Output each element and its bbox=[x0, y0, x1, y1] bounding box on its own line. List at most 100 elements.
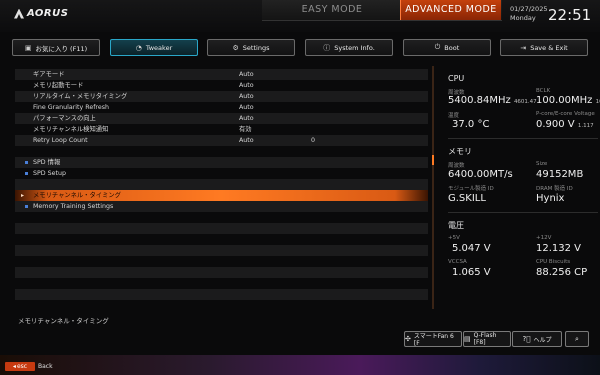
submenu-label: SPD Setup bbox=[33, 170, 66, 177]
tab-system-info[interactable]: ⓘ System Info. bbox=[305, 39, 393, 56]
setting-value: Auto bbox=[239, 104, 254, 111]
submenu-bullet-icon bbox=[25, 205, 28, 208]
info-icon: ⓘ bbox=[323, 43, 331, 52]
clock: 22:51 bbox=[548, 6, 592, 24]
tab-label: Tweaker bbox=[145, 43, 173, 52]
back-label: Back bbox=[38, 363, 53, 370]
empty-row bbox=[15, 278, 428, 289]
settings-scrollbar[interactable] bbox=[432, 66, 434, 309]
bottom-decoration-bar bbox=[0, 355, 600, 375]
memory-section-title: メモリ bbox=[448, 147, 472, 156]
setting-row-realtime-memory-timing[interactable]: リアルタイム・メモリタイミング Auto bbox=[15, 91, 428, 102]
smart-fan-button[interactable]: ✣ スマートFan 6 [F bbox=[404, 331, 462, 347]
mem-freq-label: 周波数 bbox=[448, 163, 465, 169]
setting-row-gear-mode[interactable]: ギアモード Auto bbox=[15, 69, 428, 80]
plus12v-value: 12.132 V bbox=[536, 243, 582, 254]
logo-text: AORUS bbox=[27, 8, 69, 19]
submenu-memory-training-settings[interactable]: Memory Training Settings bbox=[15, 201, 428, 212]
empty-row bbox=[15, 223, 428, 234]
plus12v-label: +12V bbox=[536, 235, 552, 241]
settings-list: ギアモード Auto メモリ起動モード Auto リアルタイム・メモリタイミング… bbox=[15, 66, 428, 311]
setting-label: メモリ起動モード bbox=[33, 82, 84, 89]
empty-row bbox=[15, 300, 428, 311]
aorus-logo: AORUS bbox=[14, 8, 68, 19]
cpu-freq-sub: 4601.47 bbox=[513, 99, 537, 105]
date-text: 01/27/2025 bbox=[510, 5, 548, 13]
advanced-mode-tab[interactable]: ADVANCED MODE bbox=[400, 0, 501, 20]
exit-icon: ⇥ bbox=[520, 43, 527, 52]
submenu-label: SPD 情報 bbox=[33, 159, 61, 166]
help-label: ヘルプ bbox=[533, 336, 552, 344]
bclk-sub: 100 bbox=[595, 99, 600, 105]
setting-label: Fine Granularity Refresh bbox=[33, 104, 110, 111]
top-bar: AORUS EASY MODE ADVANCED MODE 01/27/2025… bbox=[0, 0, 600, 32]
module-mfr-label: モジュール製造 ID bbox=[448, 186, 494, 192]
back-arrow-icon: ◂ bbox=[12, 363, 16, 370]
setting-row-channel-detect-notice[interactable]: メモリチャンネル検知通知 有効 bbox=[15, 124, 428, 135]
mem-size-label: Size bbox=[536, 161, 548, 167]
empty-row bbox=[15, 289, 428, 300]
setting-row-fine-granularity-refresh[interactable]: Fine Granularity Refresh Auto bbox=[15, 102, 428, 113]
vcore-sub: 1.117 bbox=[577, 123, 594, 129]
submenu-bullet-icon bbox=[25, 161, 28, 164]
tab-label: Settings bbox=[242, 43, 270, 52]
tab-label: System Info. bbox=[334, 43, 375, 52]
eagle-logo-icon bbox=[14, 8, 24, 19]
setting-value: Auto bbox=[239, 93, 254, 100]
submenu-label: メモリチャンネル・タイミング bbox=[33, 192, 121, 199]
speedometer-icon: ◔ bbox=[135, 43, 142, 52]
submenu-spd-info[interactable]: SPD 情報 bbox=[15, 157, 428, 168]
plus5v-value: 5.047 V bbox=[452, 243, 491, 254]
easy-mode-tab[interactable]: EASY MODE bbox=[272, 2, 392, 18]
divider bbox=[448, 138, 598, 139]
submenu-bullet-icon bbox=[25, 172, 28, 175]
hardware-monitor-panel: CPU 周波数 5400.84MHz 4601.47 BCLK 100.00MH… bbox=[440, 66, 600, 311]
gear-icon: ⚙ bbox=[232, 43, 239, 52]
cpu-temp-label: 温度 bbox=[448, 113, 460, 119]
question-icon: ?⃝ bbox=[522, 335, 531, 343]
module-mfr-value: G.SKILL bbox=[448, 193, 486, 204]
setting-row-memory-boot-mode[interactable]: メモリ起動モード Auto bbox=[15, 80, 428, 91]
setting-value: Auto bbox=[239, 82, 254, 89]
favorites-icon: ▣ bbox=[24, 43, 32, 52]
vccsa-value: 1.065 V bbox=[452, 267, 491, 278]
setting-row-retry-loop-count[interactable]: Retry Loop Count Auto 0 bbox=[15, 135, 428, 146]
voltage-section-title: 電圧 bbox=[448, 221, 464, 230]
empty-row bbox=[15, 245, 428, 256]
divider bbox=[448, 212, 598, 213]
setting-row-performance-boost[interactable]: パフォーマンスの向上 Auto bbox=[15, 113, 428, 124]
setting-value: Auto bbox=[239, 137, 254, 144]
weekday-text: Monday bbox=[510, 14, 536, 22]
empty-row bbox=[15, 267, 428, 278]
submenu-memory-channel-timing[interactable]: ▸ メモリチャンネル・タイミング bbox=[15, 190, 428, 201]
submenu-spd-setup[interactable]: SPD Setup bbox=[15, 168, 428, 179]
tab-label: Save & Exit bbox=[530, 43, 568, 52]
chip-icon: ▤ bbox=[464, 335, 471, 343]
esc-label: esc bbox=[16, 363, 28, 370]
qflash-label: Q-Flash [F8] bbox=[473, 332, 497, 346]
empty-row bbox=[15, 212, 428, 223]
tab-tweaker[interactable]: ◔ Tweaker bbox=[110, 39, 198, 56]
setting-label: Retry Loop Count bbox=[33, 137, 88, 144]
search-button[interactable]: ⌕ bbox=[565, 331, 589, 347]
empty-row bbox=[15, 256, 428, 267]
dram-mfr-label: DRAM 製造 ID bbox=[536, 186, 573, 192]
vcore-label: P-core/E-core Voltage bbox=[536, 111, 595, 117]
qflash-button[interactable]: ▤ Q-Flash [F8] bbox=[463, 331, 511, 347]
search-icon: ⌕ bbox=[575, 334, 579, 343]
smart-fan-label: スマートFan 6 [F bbox=[413, 333, 454, 347]
spacer-row bbox=[15, 146, 428, 157]
settings-scroll-thumb[interactable] bbox=[432, 155, 434, 165]
esc-key-button[interactable]: ◂ esc bbox=[5, 362, 35, 371]
vcore-number: 0.900 V bbox=[536, 119, 575, 130]
help-button[interactable]: ?⃝ ヘルプ bbox=[512, 331, 562, 347]
vccsa-label: VCCSA bbox=[448, 259, 467, 265]
mem-size-value: 49152MB bbox=[536, 169, 584, 180]
tab-favorites[interactable]: ▣ お気に入り (F11) bbox=[12, 39, 100, 56]
tab-boot[interactable]: ⏻ Boot bbox=[403, 39, 491, 56]
tab-save-exit[interactable]: ⇥ Save & Exit bbox=[500, 39, 588, 56]
vcore-value: 0.900 V 1.117 bbox=[536, 119, 594, 130]
cpu-freq-number: 5400.84MHz bbox=[448, 95, 511, 106]
tab-settings[interactable]: ⚙ Settings bbox=[207, 39, 295, 56]
fan-icon: ✣ bbox=[405, 335, 411, 343]
